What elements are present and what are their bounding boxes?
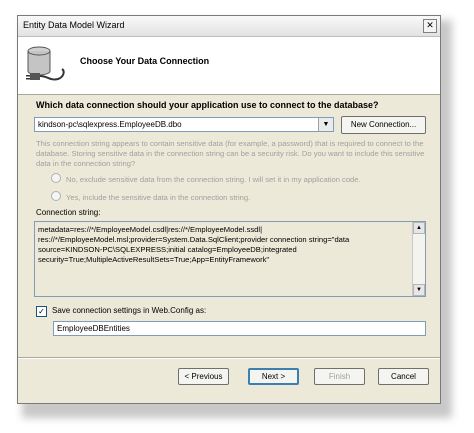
- radio-exclude-label: No, exclude sensitive data from the conn…: [66, 175, 361, 184]
- save-settings-checkbox[interactable]: ✓: [36, 306, 47, 317]
- cancel-button[interactable]: Cancel: [378, 368, 429, 385]
- connection-string-label: Connection string:: [36, 208, 101, 217]
- connection-string-text: metadata=res://*/EmployeeModel.csdl|res:…: [38, 225, 350, 264]
- wizard-window: Entity Data Model Wizard ✕ Choose Your D…: [17, 15, 441, 404]
- radio-include-sensitive[interactable]: Yes, include the sensitive data in the c…: [51, 191, 250, 202]
- new-connection-button[interactable]: New Connection...: [341, 116, 426, 134]
- connection-question-text: Which data connection should your applic…: [36, 100, 379, 110]
- chevron-down-icon[interactable]: ▼: [318, 118, 333, 131]
- wizard-header: Choose Your Data Connection: [18, 37, 440, 95]
- next-button[interactable]: Next >: [248, 368, 299, 385]
- page-title: Choose Your Data Connection: [80, 56, 210, 66]
- vertical-scrollbar[interactable]: ▲ ▼: [412, 222, 425, 296]
- save-settings-label: Save connection settings in Web.Config a…: [52, 306, 207, 315]
- entity-name-value: EmployeeDBEntities: [57, 324, 130, 333]
- connection-string-box[interactable]: metadata=res://*/EmployeeModel.csdl|res:…: [34, 221, 426, 297]
- connection-question: Which data connection should your applic…: [36, 100, 379, 110]
- window-title: Entity Data Model Wizard: [23, 20, 125, 30]
- save-settings-row[interactable]: ✓ Save connection settings in Web.Config …: [36, 306, 206, 317]
- close-icon: ✕: [426, 20, 434, 30]
- database-plug-icon: [26, 46, 65, 81]
- connection-dropdown-value: kindson-pc\sqlexpress.EmployeeDB.dbo: [38, 120, 182, 129]
- finish-button[interactable]: Finish: [314, 368, 365, 385]
- scroll-down-icon[interactable]: ▼: [413, 284, 425, 296]
- entity-name-input[interactable]: EmployeeDBEntities: [53, 321, 426, 336]
- sensitive-data-info: This connection string appears to contai…: [36, 139, 425, 168]
- title-bar: Entity Data Model Wizard ✕: [18, 16, 440, 37]
- radio-exclude-sensitive[interactable]: No, exclude sensitive data from the conn…: [51, 173, 361, 184]
- footer-separator: [18, 357, 440, 359]
- radio-button-icon: [51, 191, 61, 201]
- close-button[interactable]: ✕: [423, 19, 437, 33]
- radio-button-icon: [51, 173, 61, 183]
- scroll-up-icon[interactable]: ▲: [413, 222, 425, 234]
- previous-button[interactable]: < Previous: [178, 368, 229, 385]
- radio-include-label: Yes, include the sensitive data in the c…: [66, 193, 251, 202]
- connection-dropdown[interactable]: kindson-pc\sqlexpress.EmployeeDB.dbo ▼: [34, 117, 334, 132]
